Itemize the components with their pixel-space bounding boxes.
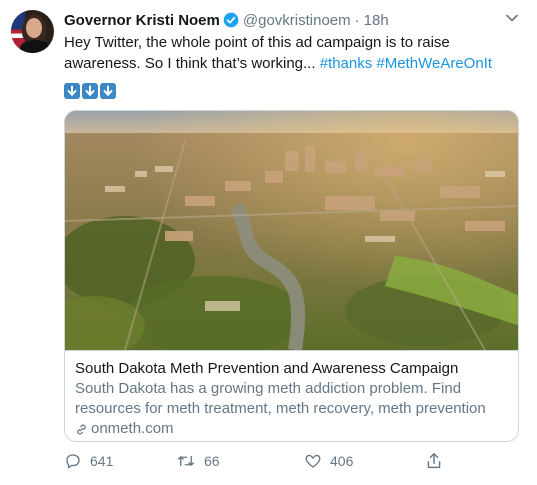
retweet-button[interactable]: 66 [176,452,220,470]
link-icon [77,423,86,435]
avatar[interactable] [11,10,54,53]
heart-icon [305,454,321,468]
down-arrow-emoji-icon [64,83,80,99]
tweet-text: Hey Twitter, the whole point of this ad … [64,32,524,74]
avatar-face [26,18,42,38]
display-name[interactable]: Governor Kristi Noem [64,12,220,29]
chevron-down-icon[interactable] [505,11,519,25]
card-body[interactable]: South Dakota Meth Prevention and Awarene… [65,350,518,441]
hashtag-thanks[interactable]: #thanks [320,55,373,72]
retweet-count: 66 [204,453,220,469]
tweet-timestamp[interactable]: 18h [364,12,389,29]
share-icon [427,453,441,469]
tweet[interactable]: Governor Kristi Noem @govkristinoem · 18… [0,0,537,485]
card-title[interactable]: South Dakota Meth Prevention and Awarene… [75,359,510,379]
card-domain: onmeth.com [91,420,174,437]
tweet-actions: 641 66 406 [64,452,514,470]
link-preview-card[interactable]: South Dakota Meth Prevention and Awarene… [64,110,519,442]
reply-button[interactable]: 641 [64,452,113,470]
down-arrow-emoji-icon [100,83,116,99]
hashtag-methweareonit[interactable]: #MethWeAreOnIt [376,55,492,72]
retweet-icon [177,455,195,467]
card-link[interactable]: onmeth.com [75,419,510,439]
separator-dot: · [354,11,360,29]
down-arrow-emoji-icon [82,83,98,99]
share-button[interactable] [426,452,450,470]
tweet-header: Governor Kristi Noem @govkristinoem · 18… [64,10,389,30]
reply-icon [66,454,80,469]
card-image-aerial-city[interactable] [65,111,519,350]
card-description: South Dakota has a growing meth addictio… [75,380,486,417]
like-count: 406 [330,453,354,469]
emoji-row [64,83,116,99]
reply-count: 641 [90,453,114,469]
user-handle[interactable]: @govkristinoem [243,12,351,29]
verified-badge-icon [223,12,239,28]
like-button[interactable]: 406 [304,452,353,470]
avatar-shoulders [20,40,50,53]
